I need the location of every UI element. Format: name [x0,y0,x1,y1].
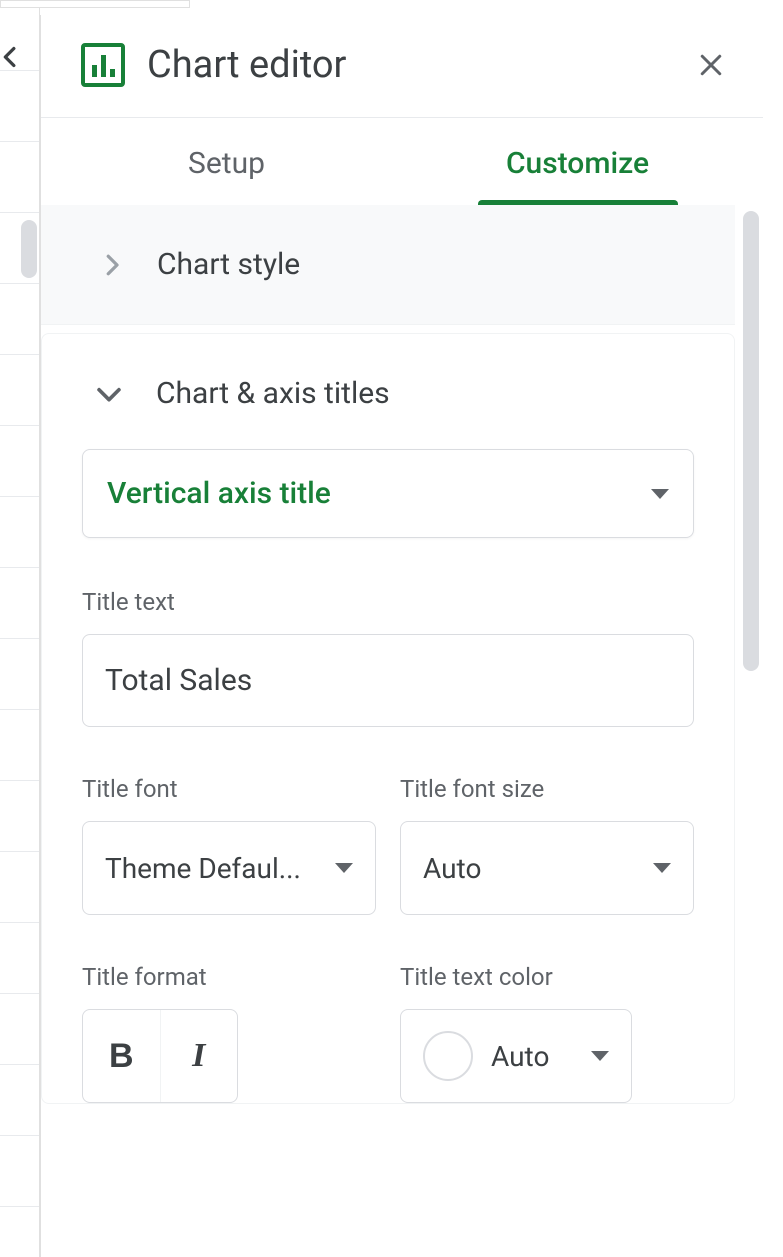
tab-setup[interactable]: Setup [51,118,402,205]
title-text-color-label: Title text color [400,963,694,991]
dropdown-icon [653,863,671,873]
title-text-input[interactable] [82,634,694,727]
title-type-value: Vertical axis title [107,476,331,511]
sheet-back-chevron-icon[interactable] [0,40,28,74]
tabs: Setup Customize [41,118,763,205]
section-axis-titles-header[interactable]: Chart & axis titles [42,334,734,449]
sheet-scrollbar-thumb[interactable] [21,220,37,278]
section-chart-style-label: Chart style [157,247,300,282]
title-font-select[interactable]: Theme Defaul... [82,821,376,915]
dropdown-icon [335,863,353,873]
chevron-right-icon [97,250,127,280]
chart-editor-panel: Chart editor Setup Customize Chart style [40,15,763,1257]
dropdown-icon [651,489,669,499]
chart-editor-logo-icon [81,43,125,87]
panel-scrollbar-thumb[interactable] [743,211,759,671]
title-format-label: Title format [82,963,376,991]
sheet-tab-strip [0,0,190,8]
panel-header: Chart editor [41,15,763,118]
title-format-group: B I [82,1009,238,1103]
section-axis-titles-label: Chart & axis titles [156,376,390,411]
section-axis-titles-content: Vertical axis title Title text Title fon… [42,449,734,1103]
italic-button[interactable]: I [160,1010,238,1102]
close-icon [696,50,726,80]
title-font-value: Theme Defaul... [105,852,301,885]
title-text-color-select[interactable]: Auto [400,1009,632,1103]
title-text-color-value: Auto [491,1040,573,1073]
panel-title: Chart editor [147,43,667,87]
section-chart-style[interactable]: Chart style [41,205,735,325]
chevron-down-icon [92,377,126,411]
dropdown-icon [591,1051,609,1061]
title-type-select[interactable]: Vertical axis title [82,449,694,538]
spreadsheet-background [0,0,40,1257]
section-axis-titles: Chart & axis titles Vertical axis title … [41,333,735,1104]
title-font-label: Title font [82,775,376,803]
color-swatch-icon [423,1031,473,1081]
title-font-size-select[interactable]: Auto [400,821,694,915]
tab-customize[interactable]: Customize [402,118,753,205]
panel-body: Chart style Chart & axis titles Vertical… [41,205,763,1257]
bold-button[interactable]: B [83,1010,160,1102]
close-button[interactable] [689,43,733,87]
title-font-size-label: Title font size [400,775,694,803]
title-font-size-value: Auto [423,852,481,885]
title-text-label: Title text [82,588,694,616]
